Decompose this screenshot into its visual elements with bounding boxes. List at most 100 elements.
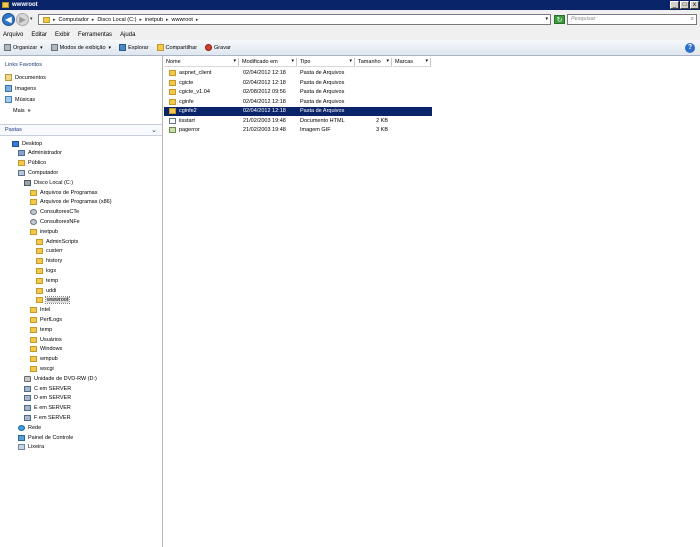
minimize-button[interactable]: _ — [670, 1, 679, 9]
breadcrumb-local-disk[interactable]: ▸ Disco Local (C:) — [92, 17, 137, 23]
column-header-tags[interactable]: Marcas ▾ — [393, 58, 431, 67]
tree-item[interactable]: Computador — [18, 168, 58, 177]
tree-item[interactable]: wscgi — [30, 364, 54, 373]
chevron-down-icon[interactable]: ⌄ — [151, 126, 157, 134]
share-button[interactable]: Compartilhar — [156, 44, 197, 51]
folder-icon — [169, 98, 176, 105]
file-row[interactable]: cgicte 02/04/2012 12:18 Pasta de Arquivos — [164, 79, 432, 88]
forward-button[interactable]: ▶ — [16, 13, 29, 26]
tree-item[interactable]: Unidade de DVD-RW (D:) — [24, 374, 97, 383]
tree-item[interactable]: AdminScripts — [36, 237, 78, 246]
network-icon — [18, 424, 25, 431]
menu-view[interactable]: Exibir — [55, 32, 70, 38]
tree-item[interactable]: Público — [18, 159, 46, 168]
tree-item[interactable]: Arquivos de Programas — [30, 188, 97, 197]
chevron-right-icon[interactable]: ▸ — [53, 17, 56, 23]
tree-item[interactable]: C em SERVER — [24, 384, 71, 393]
column-header-type[interactable]: Tipo ▾ — [298, 58, 355, 67]
breadcrumb-label[interactable]: Computador — [59, 17, 89, 23]
tree-item[interactable]: inetpub — [30, 227, 58, 236]
menu-file[interactable]: Arquivo — [3, 32, 23, 38]
file-row[interactable]: iisstart 21/02/2003 19:48 Documento HTML 2 … — [164, 117, 432, 126]
address-bar[interactable]: ▸ Computador ▸ Disco Local (C:) ▸ inetpub ▸… — [38, 14, 551, 25]
more-favorites-button[interactable]: Mais» — [13, 108, 31, 114]
folder-icon — [2, 2, 9, 8]
html-file-icon — [169, 117, 176, 124]
tree-item[interactable]: temp — [36, 276, 58, 285]
tree-item[interactable]: uddi — [36, 286, 56, 295]
breadcrumb-next-dropdown[interactable]: ▸ — [196, 17, 202, 23]
tree-item[interactable]: Intel — [30, 306, 50, 315]
address-history-dropdown[interactable]: ▾ — [545, 16, 548, 22]
tree-item[interactable]: wmpub — [30, 355, 58, 364]
maximize-button[interactable]: □ — [680, 1, 689, 9]
chevron-down-icon[interactable]: ▾ — [386, 58, 389, 64]
organize-label: Organizar — [13, 44, 38, 51]
tree-item[interactable]: Desktop — [12, 139, 42, 148]
tree-item[interactable]: Painel de Controle — [18, 433, 73, 442]
tree-item[interactable]: Disco Local (C:) — [24, 178, 73, 187]
tree-item[interactable]: Rede — [18, 423, 41, 432]
column-header-name[interactable]: Nome ▾ — [164, 58, 239, 67]
tree-item[interactable]: Administrador — [18, 149, 62, 158]
chevron-right-icon[interactable]: ▸ — [196, 17, 199, 23]
breadcrumb-wwwroot[interactable]: ▸ wwwroot — [166, 17, 193, 23]
favorite-music[interactable]: Músicas — [5, 96, 35, 103]
tree-item[interactable]: PerfLogs — [30, 315, 62, 324]
file-row[interactable]: cgicte_v1.04 02/08/2012 09:56 Pasta de Arq… — [164, 88, 432, 97]
menu-tools[interactable]: Ferramentas — [78, 32, 112, 38]
search-input[interactable]: Pesquisar ⌕ — [567, 14, 697, 25]
refresh-button[interactable]: ↻ — [554, 15, 565, 24]
tree-item[interactable]: wwwroot — [36, 296, 71, 305]
tree-item[interactable]: ConsultoresCTe — [30, 208, 79, 217]
chevron-down-icon[interactable]: ▾ — [291, 58, 294, 64]
chevron-down-icon[interactable]: ▾ — [425, 58, 428, 64]
column-header-size[interactable]: Tamanho ▾ — [356, 58, 392, 67]
recent-pages-dropdown[interactable]: ▾ — [30, 16, 33, 22]
breadcrumb-computer[interactable]: ▸ Computador — [53, 17, 89, 23]
tree-item[interactable]: temp — [30, 325, 52, 334]
file-row[interactable]: pagerror 21/02/2003 19:48 Imagem GIF 3 KB — [164, 126, 432, 135]
search-icon[interactable]: ⌕ — [691, 15, 694, 24]
chevron-right-icon[interactable]: ▸ — [92, 17, 95, 23]
tree-item[interactable]: ConsultoresNFe — [30, 217, 80, 226]
breadcrumb-inetpub[interactable]: ▸ inetpub — [139, 17, 163, 23]
breadcrumb-label[interactable]: inetpub — [145, 17, 163, 23]
tree-item[interactable]: history — [36, 257, 62, 266]
chevron-right-icon[interactable]: ▸ — [166, 17, 169, 23]
tree-item-label: Painel de Controle — [28, 434, 74, 441]
burn-button[interactable]: Gravar — [205, 44, 231, 51]
back-button[interactable]: ◀ — [2, 13, 15, 26]
chevron-down-icon[interactable]: ▾ — [233, 58, 236, 64]
menu-help[interactable]: Ajuda — [120, 32, 135, 38]
tree-item[interactable]: Windows — [30, 345, 62, 354]
tree-item[interactable]: Arquivos de Programas (x86) — [30, 198, 112, 207]
tree-item[interactable]: Usuários — [30, 335, 62, 344]
favorite-images[interactable]: Imagens — [5, 85, 36, 92]
chevron-down-icon[interactable]: ▾ — [349, 58, 352, 64]
folders-header[interactable]: Pastas ⌄ — [0, 124, 162, 136]
tree-item[interactable]: D em SERVER — [24, 394, 71, 403]
breadcrumb-label[interactable]: Disco Local (C:) — [97, 17, 136, 23]
explore-button[interactable]: Explorar — [119, 44, 149, 51]
menu-edit[interactable]: Editar — [31, 32, 47, 38]
file-type-cell: Pasta de Arquivos — [300, 89, 345, 95]
file-row[interactable]: aspnet_client 02/04/2012 12:18 Pasta de Ar… — [164, 69, 432, 78]
file-row[interactable]: cginfe 02/04/2012 12:18 Pasta de Arquivos — [164, 98, 432, 107]
explore-icon — [119, 44, 127, 51]
views-button[interactable]: Modos de exibição ▾ — [50, 44, 111, 51]
organize-button[interactable]: Organizar ▾ — [4, 44, 43, 51]
tree-item[interactable]: F em SERVER — [24, 413, 71, 422]
chevron-right-icon[interactable]: ▸ — [139, 17, 142, 23]
tree-item[interactable]: E em SERVER — [24, 404, 71, 413]
close-button[interactable]: x — [690, 1, 699, 9]
file-row[interactable]: cginfe2 02/04/2012 12:18 Pasta de Arquivos — [164, 107, 432, 116]
help-button[interactable]: ? — [685, 43, 695, 53]
column-header-modified[interactable]: Modificado em ▾ — [240, 58, 297, 67]
file-modified-cell: 21/02/2003 19:48 — [243, 127, 286, 133]
tree-item[interactable]: logs — [36, 266, 56, 275]
favorite-documents[interactable]: Documentos — [5, 74, 46, 81]
breadcrumb-label[interactable]: wwwroot — [172, 17, 193, 23]
tree-item[interactable]: custerr — [36, 247, 63, 256]
tree-item[interactable]: Lixeira — [18, 443, 44, 452]
